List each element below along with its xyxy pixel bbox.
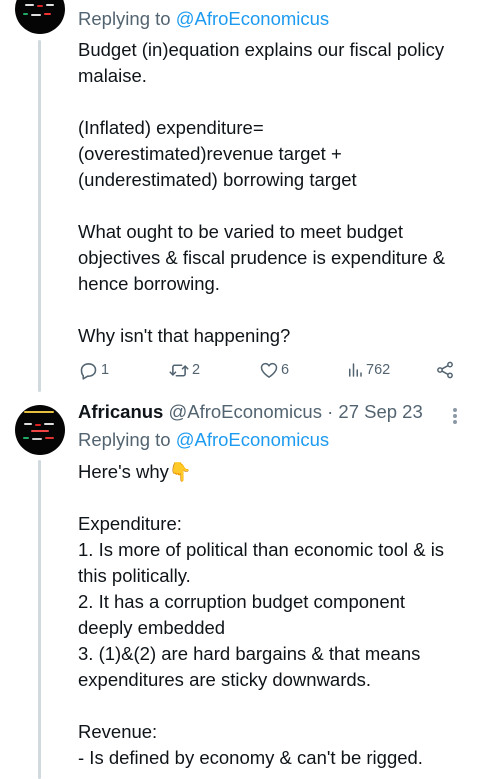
thread-line-bottom [38,460,41,779]
like-count: 6 [281,362,290,378]
tweet-text: Here's why👇 Expenditure: 1. Is more of p… [78,461,445,768]
replying-to-handle-link[interactable]: @AfroEconomicus [176,429,329,450]
like-button[interactable]: 6 [259,357,289,383]
views-button[interactable]: 762 [346,357,390,383]
replying-to-prefix: Replying to [78,8,171,29]
repost-count: 2 [192,362,201,378]
replying-to-prefix: Replying to [78,429,171,450]
avatar[interactable] [15,0,65,34]
replying-to-handle-link[interactable]: @AfroEconomicus [176,8,329,29]
reply-button[interactable]: 1 [78,357,109,383]
reply-icon [80,362,97,380]
repost-button[interactable]: 2 [168,357,200,383]
tweet-header: Africanus @AfroEconomicus · 27 Sep 23 [78,401,423,423]
thread-line-top [38,40,41,392]
tweet-date[interactable]: 27 Sep 23 [338,401,422,422]
heart-icon [260,362,278,378]
repost-icon [169,363,189,377]
views-icon [349,363,362,377]
views-count: 762 [366,362,391,378]
replying-to: Replying to @AfroEconomicus [78,8,329,30]
replying-to: Replying to @AfroEconomicus [78,429,329,451]
share-icon [437,361,453,379]
reply-count: 1 [101,362,110,378]
author-name[interactable]: Africanus [78,401,163,422]
avatar[interactable] [15,405,65,455]
tweet-text: Budget (in)equation explains our fiscal … [78,39,446,346]
header-separator: · [327,401,334,422]
more-options-icon[interactable] [449,406,461,426]
author-handle[interactable]: @AfroEconomicus [168,401,321,422]
share-button[interactable] [435,357,455,383]
tweet-actions: 1 2 6 762 [78,357,458,383]
